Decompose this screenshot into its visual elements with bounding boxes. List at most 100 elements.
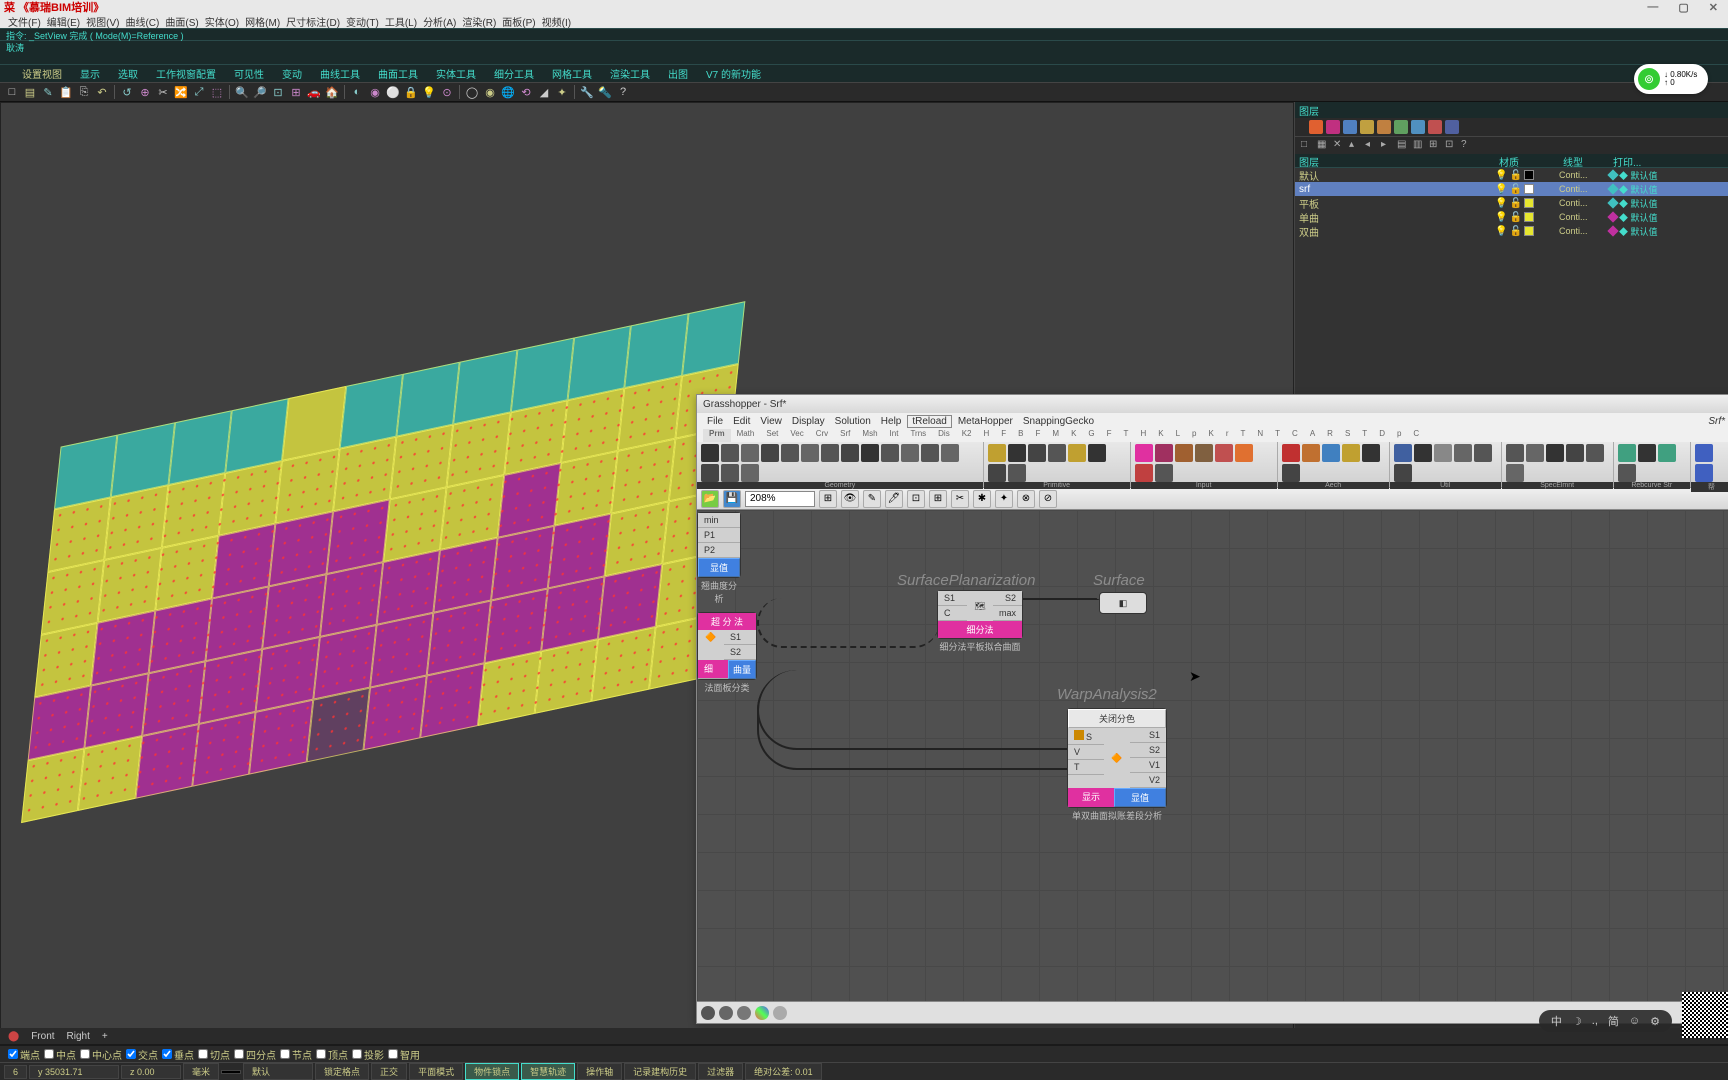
gh-category-tab[interactable]: Prm xyxy=(703,429,731,442)
toolbar-tab[interactable]: V7 的新功能 xyxy=(698,65,769,82)
gh-component-icon[interactable] xyxy=(841,444,859,462)
gh-canvas-tool[interactable]: ✂ xyxy=(951,490,969,508)
gh-category-tab[interactable]: K xyxy=(1202,429,1219,442)
gh-component-icon[interactable] xyxy=(1362,444,1380,462)
gh-canvas-tool[interactable]: ⊞ xyxy=(929,490,947,508)
gh-component-icon[interactable] xyxy=(1474,444,1492,462)
gh-category-tab[interactable]: D xyxy=(1373,429,1391,442)
osnap-option[interactable]: 投影 xyxy=(352,1047,384,1062)
toolbar-button[interactable]: 🔦 xyxy=(597,84,613,100)
gh-canvas-tool[interactable]: 🖊 xyxy=(885,490,903,508)
toolbar-tab[interactable]: 出图 xyxy=(660,65,696,82)
gh-component-icon[interactable] xyxy=(721,464,739,482)
gh-component-icon[interactable] xyxy=(1394,464,1412,482)
window-maximize[interactable]: ▢ xyxy=(1678,1,1688,14)
toolbar-button[interactable]: ⟲ xyxy=(518,84,534,100)
gh-component-icon[interactable] xyxy=(1195,444,1213,462)
gh-category-tab[interactable]: Dis xyxy=(932,429,956,442)
toolbar-tab[interactable]: 实体工具 xyxy=(428,65,484,82)
gh-menu-item[interactable]: Display xyxy=(788,416,829,427)
gh-component-icon[interactable] xyxy=(1155,444,1173,462)
gh-open-icon[interactable]: 📂 xyxy=(701,490,719,508)
gh-menu-item[interactable]: Solution xyxy=(831,416,875,427)
gh-category-tab[interactable]: M xyxy=(1046,429,1065,442)
gh-titlebar[interactable]: Grasshopper - Srf* xyxy=(697,395,1728,413)
status-mode[interactable]: 平面模式 xyxy=(409,1063,463,1080)
layer-tool[interactable]: ◂ xyxy=(1365,139,1379,153)
toolbar-button[interactable]: 🔎 xyxy=(252,84,268,100)
gh-component-icon[interactable] xyxy=(1155,464,1173,482)
toolbar-button[interactable]: 🔧 xyxy=(579,84,595,100)
gh-category-tab[interactable]: S xyxy=(1339,429,1356,442)
gh-category-tab[interactable]: B xyxy=(1012,429,1029,442)
gh-component-icon[interactable] xyxy=(741,464,759,482)
osnap-option[interactable]: 节点 xyxy=(280,1047,312,1062)
toolbar-tab[interactable]: 变动 xyxy=(274,65,310,82)
gh-category-tab[interactable]: F xyxy=(1101,429,1118,442)
osnap-option[interactable]: 顶点 xyxy=(316,1047,348,1062)
gh-component-icon[interactable] xyxy=(781,444,799,462)
gh-category-tab[interactable]: Set xyxy=(760,429,784,442)
gh-component-icon[interactable] xyxy=(1322,444,1340,462)
layer-tool[interactable]: □ xyxy=(1301,139,1315,153)
gh-component-icon[interactable] xyxy=(1302,444,1320,462)
layer-row[interactable]: 平板💡🔓Conti...◆ 默认值 xyxy=(1295,196,1728,210)
gh-component-icon[interactable] xyxy=(1175,444,1193,462)
gh-category-tab[interactable]: K xyxy=(1152,429,1169,442)
gh-category-tab[interactable]: R xyxy=(1321,429,1339,442)
gh-category-tab[interactable]: T xyxy=(1234,429,1251,442)
gh-component-icon[interactable] xyxy=(988,464,1006,482)
toolbar-button[interactable]: ↶ xyxy=(94,84,110,100)
toolbar-button[interactable]: ⬚ xyxy=(209,84,225,100)
menu-item[interactable]: 网格(M) xyxy=(245,14,280,29)
comp-planarize[interactable]: S1 C 🗺 S2 max 细分法 细分法平板拟合曲面 xyxy=(937,590,1023,639)
toolbar-tab[interactable]: 网格工具 xyxy=(544,65,600,82)
toolbar-button[interactable]: ▤ xyxy=(22,84,38,100)
toolbar-button[interactable]: 🔒 xyxy=(403,84,419,100)
gh-component-icon[interactable] xyxy=(1282,444,1300,462)
panel-tab-icon[interactable] xyxy=(1343,120,1357,134)
toolbar-button[interactable]: 📋 xyxy=(58,84,74,100)
gh-category-tab[interactable]: Srf xyxy=(834,429,856,442)
toolbar-tab[interactable]: 曲面工具 xyxy=(370,65,426,82)
gh-canvas-tool[interactable]: ⊗ xyxy=(1017,490,1035,508)
gh-component-icon[interactable] xyxy=(1546,444,1564,462)
gh-component-icon[interactable] xyxy=(701,444,719,462)
layer-tool[interactable]: ✕ xyxy=(1333,139,1347,153)
gh-category-tab[interactable]: Trns xyxy=(904,429,932,442)
gh-component-icon[interactable] xyxy=(1028,444,1046,462)
gh-component-icon[interactable] xyxy=(741,444,759,462)
menu-item[interactable]: 视频(I) xyxy=(542,14,571,29)
toolbar-button[interactable]: 🔍 xyxy=(234,84,250,100)
gh-category-tab[interactable]: p xyxy=(1186,429,1202,442)
toolbar-tab[interactable]: 曲线工具 xyxy=(312,65,368,82)
gh-category-tab[interactable]: L xyxy=(1170,429,1186,442)
toolbar-button[interactable]: 💡 xyxy=(421,84,437,100)
toolbar-button[interactable]: ◉ xyxy=(367,84,383,100)
panel-title[interactable]: 图层 xyxy=(1299,103,1319,118)
panel-tab-icon[interactable] xyxy=(1377,120,1391,134)
comp-warp-analysis[interactable]: 关闭分色 S V T 🔶 S1 S2 V1 V2 显示 显值 单双曲面 xyxy=(1067,708,1167,808)
gh-component-icon[interactable] xyxy=(901,444,919,462)
gh-component-icon[interactable] xyxy=(1414,444,1432,462)
toolbar-button[interactable]: ⎘ xyxy=(76,84,92,100)
gh-component-icon[interactable] xyxy=(1068,444,1086,462)
menu-item[interactable]: 视图(V) xyxy=(86,14,119,29)
gh-component-icon[interactable] xyxy=(801,444,819,462)
gh-canvas[interactable]: min P1 P2 显值 翘曲度分析 超 分 法 🔶S1 S2 细曲量 法面板分… xyxy=(697,510,1728,1001)
tab-front[interactable]: Front xyxy=(31,1031,54,1042)
osnap-option[interactable]: 中心点 xyxy=(80,1047,122,1062)
menu-item[interactable]: 变动(T) xyxy=(346,14,379,29)
gh-component-icon[interactable] xyxy=(1008,444,1026,462)
gh-category-tab[interactable]: C xyxy=(1407,429,1425,442)
gh-canvas-tool[interactable]: ✱ xyxy=(973,490,991,508)
toolbar-button[interactable]: ✎ xyxy=(40,84,56,100)
gh-component-icon[interactable] xyxy=(1235,444,1253,462)
toolbar-button[interactable]: ◯ xyxy=(464,84,480,100)
layer-tool[interactable]: ▸ xyxy=(1381,139,1395,153)
ime-button[interactable]: ., xyxy=(1592,1015,1598,1027)
gh-component-icon[interactable] xyxy=(1454,444,1472,462)
layer-tool[interactable]: ⊞ xyxy=(1429,139,1443,153)
comp-warp-display[interactable]: min P1 P2 显值 翘曲度分析 xyxy=(697,512,741,578)
gh-component-icon[interactable] xyxy=(721,444,739,462)
